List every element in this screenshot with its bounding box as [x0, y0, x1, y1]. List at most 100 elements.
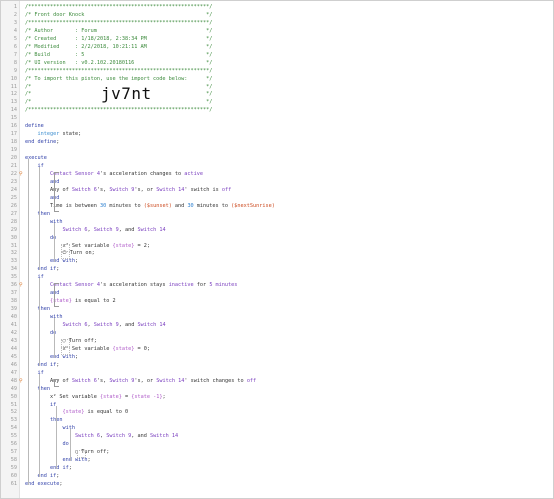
line-number: 8: [13, 59, 17, 66]
code-line[interactable]: define: [25, 123, 44, 131]
code-line[interactable]: ○ Turn off;: [25, 449, 109, 457]
code-token: /* Build : 5 */: [25, 51, 213, 58]
code-line[interactable]: Switch 6, Switch 9, and Switch 14: [25, 322, 166, 330]
code-token: Switch 9: [93, 322, 119, 328]
code-line[interactable]: /***************************************…: [25, 20, 212, 28]
code-line[interactable]: end with;: [25, 457, 90, 465]
code-token: Switch 14: [137, 322, 166, 328]
code-line[interactable]: end execute;: [25, 481, 62, 489]
line-number: 59: [10, 465, 17, 472]
code-line[interactable]: end define;: [25, 139, 59, 147]
code-token: /***************************************…: [25, 19, 213, 26]
code-line[interactable]: /* Front door Knock */: [25, 12, 212, 20]
code-line[interactable]: ⏻ Turn on;: [25, 250, 95, 258]
statement-drag-handle[interactable]: [61, 251, 70, 260]
line-number-gutter: 1 2 3 4 5 6 7 8 9 10 11 12 13 14 15 16 17 18 19 20 21 22 23 24 2…: [1, 1, 20, 498]
code-line[interactable]: do: [25, 330, 56, 338]
code-line[interactable]: end if;: [25, 266, 59, 274]
code-line[interactable]: /* UI version : v0.2.102.20180116 */: [25, 60, 212, 68]
code-token: =: [121, 393, 132, 400]
code-line[interactable]: end with;: [25, 258, 78, 266]
code-token: is equal to 0: [84, 409, 129, 416]
line-number: 33: [10, 258, 17, 265]
statement-drag-handle[interactable]: [61, 346, 70, 355]
line-number: 11: [10, 83, 17, 90]
code-line[interactable]: integer state;: [25, 131, 81, 139]
line-number: 2: [13, 11, 17, 18]
code-line[interactable]: Switch 6, Switch 9, and Switch 14: [25, 227, 165, 235]
code-line[interactable]: end if;: [25, 473, 59, 481]
code-line[interactable]: /***************************************…: [25, 107, 212, 115]
code-token: ;: [74, 353, 79, 360]
code-line[interactable]: end with;: [25, 354, 78, 362]
code-line[interactable]: /* Build : 5 */: [25, 52, 212, 60]
code-token: state: [62, 131, 79, 138]
code-line[interactable]: {state} is equal to 0: [25, 409, 128, 417]
code-token: ;: [74, 258, 79, 265]
line-number: 5: [13, 35, 17, 42]
line-number: 15: [10, 115, 17, 122]
statement-drag-handle[interactable]: [61, 243, 70, 252]
line-number: 32: [10, 250, 17, 257]
line-number: 24: [10, 186, 17, 193]
code-token: and: [171, 202, 188, 209]
code-line[interactable]: with: [25, 425, 75, 433]
code-token: x² Set variable: [25, 393, 100, 400]
code-token: with: [25, 425, 75, 432]
code-token: do: [25, 234, 57, 241]
line-number: 35: [10, 274, 17, 281]
code-token: = 0;: [134, 345, 150, 352]
code-line[interactable]: with: [25, 314, 63, 322]
line-number: 37: [10, 290, 17, 297]
statement-drag-handle[interactable]: [61, 338, 70, 347]
code-token: /***************************************…: [25, 4, 213, 10]
condition-group-bracket: [54, 378, 59, 387]
statement-drag-handle[interactable]: [77, 450, 86, 459]
code-line[interactable]: /***************************************…: [25, 68, 212, 76]
line-number: 49: [10, 385, 17, 392]
line-number: 39: [10, 306, 17, 313]
line-number: 48: [10, 377, 17, 384]
code-line[interactable]: x² Set variable {state} = 0;: [25, 345, 150, 354]
code-line[interactable]: if: [25, 402, 56, 410]
line-number: 34: [10, 266, 17, 273]
line-number: 58: [10, 457, 17, 464]
line-number: 40: [10, 314, 17, 321]
code-token: ;: [56, 361, 60, 368]
line-number: 42: [10, 329, 17, 336]
code-line[interactable]: do: [25, 235, 56, 243]
code-line[interactable]: /***************************************…: [25, 4, 212, 12]
if-block-guide: [39, 167, 40, 271]
nested-if-guide: [56, 405, 57, 470]
code-token: for: [193, 282, 210, 289]
code-line[interactable]: /* Created : 1/18/2018, 2:38:34 PM */: [25, 36, 212, 44]
code-line[interactable]: do: [25, 441, 69, 449]
code-line[interactable]: Time is between 30 minutes to ($sunset) …: [25, 203, 275, 211]
code-line[interactable]: x² Set variable {state} = {state -1};: [25, 394, 166, 402]
line-number: 29: [10, 226, 17, 233]
if-block-guide: [39, 373, 40, 478]
code-token: 5 minutes: [209, 282, 238, 289]
code-token: minutes to: [106, 202, 144, 209]
code-line[interactable]: /* Author : Forum */: [25, 28, 212, 36]
code-token: /* Modified : 2/2/2018, 10:21:11 AM */: [25, 43, 213, 50]
code-line[interactable]: x² Set variable {state} = 2;: [25, 243, 149, 251]
code-token: Switch 14: [156, 186, 185, 193]
code-token: ($sunset): [143, 202, 172, 209]
code-line[interactable]: with: [25, 219, 63, 227]
code-line[interactable]: Any of Switch 6's, Switch 9's, or Switch…: [25, 378, 256, 386]
code-token: off: [246, 377, 257, 384]
code-token: 's, or: [134, 186, 157, 193]
code-line[interactable]: end if;: [25, 362, 59, 370]
code-line[interactable]: /* Modified : 2/2/2018, 10:21:11 AM */: [25, 44, 212, 52]
code-line[interactable]: Switch 6, Switch 9, and Switch 14: [25, 433, 178, 441]
code-line[interactable]: Contact Sensor 4's acceleration changes …: [25, 171, 203, 179]
code-token: do: [25, 441, 69, 448]
code-line[interactable]: /* To import this piston, use the import…: [25, 76, 212, 84]
code-token: end if: [25, 266, 57, 273]
code-token: ⏻ Turn on;: [25, 250, 95, 257]
code-line[interactable]: end if;: [25, 465, 72, 473]
code-token: /* Created : 1/18/2018, 2:38:34 PM */: [25, 35, 213, 42]
line-number: 28: [10, 218, 17, 225]
code-token: ;: [56, 473, 60, 480]
